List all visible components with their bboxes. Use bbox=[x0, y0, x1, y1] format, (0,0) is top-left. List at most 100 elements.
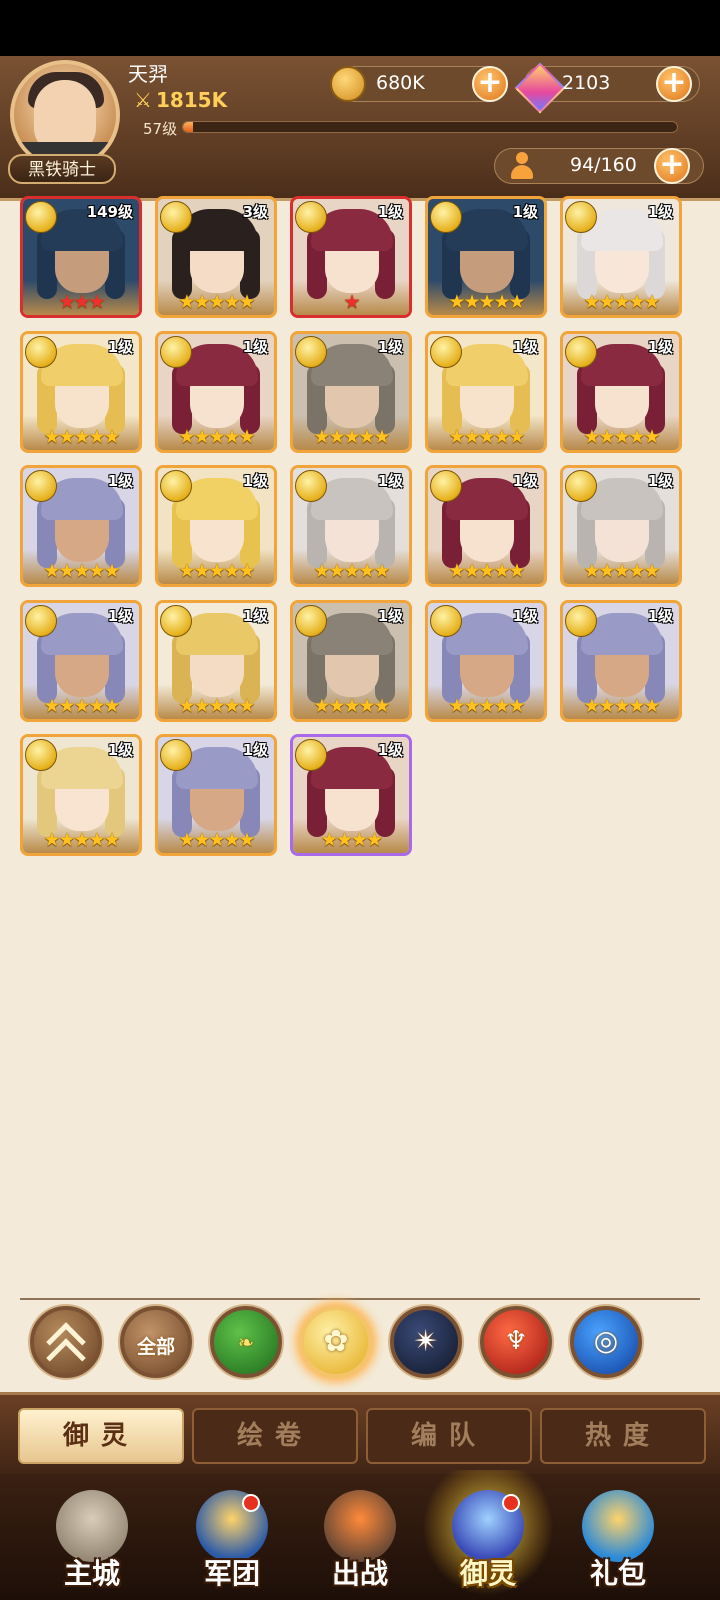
subtab-huijuan[interactable]: 绘卷 bbox=[192, 1408, 358, 1464]
hero-star-rating: ★★★★★ bbox=[313, 694, 390, 717]
rose-rank-icon bbox=[160, 739, 192, 771]
nav-yuling-label: 御灵 bbox=[459, 1557, 516, 1590]
hero-star-rating: ★★★★★ bbox=[448, 694, 525, 717]
subtab-yuling[interactable]: 御灵 bbox=[18, 1408, 184, 1464]
filter-leaf-faction-button[interactable]: ❧ bbox=[210, 1306, 282, 1378]
power-display: ⚔ 1815K bbox=[134, 88, 227, 112]
hero-card[interactable]: 149级 ★★★ bbox=[20, 196, 142, 318]
nav-main-city[interactable]: 主城 bbox=[32, 1490, 152, 1596]
nav-main-city-label: 主城 bbox=[63, 1557, 120, 1590]
wave-faction-icon: ◎ bbox=[593, 1324, 619, 1357]
hero-card[interactable]: 1级 ★ bbox=[290, 196, 412, 318]
xp-progress-fill bbox=[183, 122, 193, 132]
hero-card[interactable]: 1级 ★★★★★ bbox=[290, 465, 412, 587]
hero-level: 1级 bbox=[107, 337, 133, 356]
hero-star-rating: ★★★★★ bbox=[583, 560, 660, 582]
hero-star-rating: ★★★ bbox=[58, 291, 105, 313]
person-icon bbox=[510, 152, 534, 180]
subtab-redu[interactable]: 热度 bbox=[540, 1408, 706, 1464]
hero-card[interactable]: 1级 ★★★★★ bbox=[560, 465, 682, 587]
hero-card[interactable]: 1级 ★★★★★ bbox=[425, 196, 547, 318]
status-bar bbox=[0, 0, 720, 56]
hero-star-rating: ★★★★★ bbox=[43, 560, 120, 582]
rose-rank-icon bbox=[160, 470, 192, 502]
hero-level: 1级 bbox=[377, 203, 403, 221]
hero-level: 1级 bbox=[377, 472, 403, 490]
hero-level: 1级 bbox=[107, 741, 133, 759]
nav-yuling[interactable]: 御灵 bbox=[422, 1470, 554, 1596]
rose-rank-icon bbox=[565, 201, 597, 233]
hero-star-rating: ★★★★★ bbox=[178, 425, 255, 448]
hero-star-rating: ★★★★★ bbox=[448, 425, 525, 448]
rose-rank-icon bbox=[430, 201, 462, 233]
nav-battle[interactable]: 出战 bbox=[300, 1490, 420, 1596]
hero-level: 1级 bbox=[512, 606, 538, 625]
hero-card[interactable]: 1级 ★★★★★ bbox=[560, 330, 682, 453]
player-name: 天羿 bbox=[128, 62, 168, 86]
hero-level: 1级 bbox=[647, 203, 673, 221]
filter-rose-faction-button[interactable]: ✿ bbox=[300, 1306, 372, 1378]
hero-level: 1级 bbox=[512, 203, 538, 221]
rose-rank-icon bbox=[295, 335, 327, 368]
hero-card[interactable]: 1级 ★★★★★ bbox=[155, 330, 277, 453]
expand-roster-button[interactable]: + bbox=[654, 148, 690, 184]
hero-card[interactable]: 1级 ★★★★★ bbox=[20, 734, 142, 856]
hero-card[interactable]: 1级 ★★★★ bbox=[290, 734, 412, 856]
rose-rank-icon bbox=[430, 335, 462, 368]
hero-card[interactable]: 1级 ★★★★★ bbox=[20, 599, 142, 722]
hero-star-rating: ★★★★★ bbox=[448, 560, 525, 582]
hero-card[interactable]: 3级 ★★★★★ bbox=[155, 196, 277, 318]
hero-level: 1级 bbox=[242, 741, 268, 759]
hero-card[interactable]: 1级 ★★★★★ bbox=[155, 465, 277, 587]
hero-level: 1级 bbox=[647, 337, 673, 356]
hero-level: 1级 bbox=[377, 606, 403, 625]
legion-notification-dot bbox=[242, 1494, 260, 1512]
hero-card[interactable]: 1级 ★★★★★ bbox=[560, 599, 682, 722]
player-level: 57级 bbox=[143, 120, 178, 138]
nav-battle-label: 出战 bbox=[331, 1557, 388, 1590]
hero-card[interactable]: 1级 ★★★★★ bbox=[560, 196, 682, 318]
nav-legion-label: 军团 bbox=[203, 1557, 260, 1590]
rose-rank-icon bbox=[430, 470, 462, 502]
hero-star-rating: ★★★★★ bbox=[583, 425, 660, 448]
rose-rank-icon bbox=[295, 201, 327, 233]
subtab-biandui[interactable]: 编队 bbox=[366, 1408, 532, 1464]
hero-card[interactable]: 1级 ★★★★★ bbox=[155, 599, 277, 722]
hero-card[interactable]: 1级 ★★★★★ bbox=[155, 734, 277, 856]
hero-card[interactable]: 1级 ★★★★★ bbox=[425, 330, 547, 453]
hero-level: 1级 bbox=[377, 741, 403, 759]
add-gold-button[interactable]: + bbox=[472, 66, 508, 102]
hero-star-rating: ★★★★★ bbox=[313, 560, 390, 582]
hero-card[interactable]: 1级 ★★★★★ bbox=[425, 599, 547, 722]
hero-level: 149级 bbox=[86, 203, 133, 221]
hero-card[interactable]: 1级 ★★★★★ bbox=[290, 330, 412, 453]
xp-progress-bar bbox=[182, 121, 678, 133]
filter-phoenix-faction-button[interactable]: ♆ bbox=[480, 1306, 552, 1378]
hero-card[interactable]: 1级 ★★★★★ bbox=[425, 465, 547, 587]
hero-star-rating: ★★★★ bbox=[320, 829, 383, 851]
rose-faction-icon: ✿ bbox=[323, 1324, 349, 1359]
filter-wave-faction-button[interactable]: ◎ bbox=[570, 1306, 642, 1378]
hero-card[interactable]: 1级 ★★★★★ bbox=[290, 599, 412, 722]
filter-star-faction-button[interactable]: ✴ bbox=[390, 1306, 462, 1378]
hero-level: 1级 bbox=[512, 472, 538, 490]
rose-rank-icon bbox=[295, 470, 327, 502]
rose-rank-icon bbox=[160, 604, 192, 637]
hero-star-rating: ★★★★★ bbox=[583, 291, 660, 313]
add-gems-button[interactable]: + bbox=[656, 66, 692, 102]
gold-coin-icon bbox=[330, 66, 366, 102]
yuling-notification-dot bbox=[502, 1494, 520, 1512]
player-title-badge: 黑铁骑士 bbox=[8, 154, 116, 184]
collapse-filter-button[interactable] bbox=[30, 1306, 102, 1378]
power-value: 1815K bbox=[155, 88, 228, 112]
hero-star-rating: ★★★★★ bbox=[43, 829, 120, 851]
nav-legion[interactable]: 军团 bbox=[172, 1490, 292, 1596]
hero-card[interactable]: 1级 ★★★★★ bbox=[20, 465, 142, 587]
nav-gift[interactable]: 礼包 bbox=[558, 1490, 678, 1596]
filter-all-button[interactable]: 全部 bbox=[120, 1306, 192, 1378]
hero-star-rating: ★★★★★ bbox=[43, 694, 120, 717]
rose-rank-icon bbox=[25, 739, 57, 771]
leaf-faction-icon: ❧ bbox=[238, 1332, 254, 1354]
hero-level: 1级 bbox=[647, 472, 673, 490]
hero-card[interactable]: 1级 ★★★★★ bbox=[20, 330, 142, 453]
